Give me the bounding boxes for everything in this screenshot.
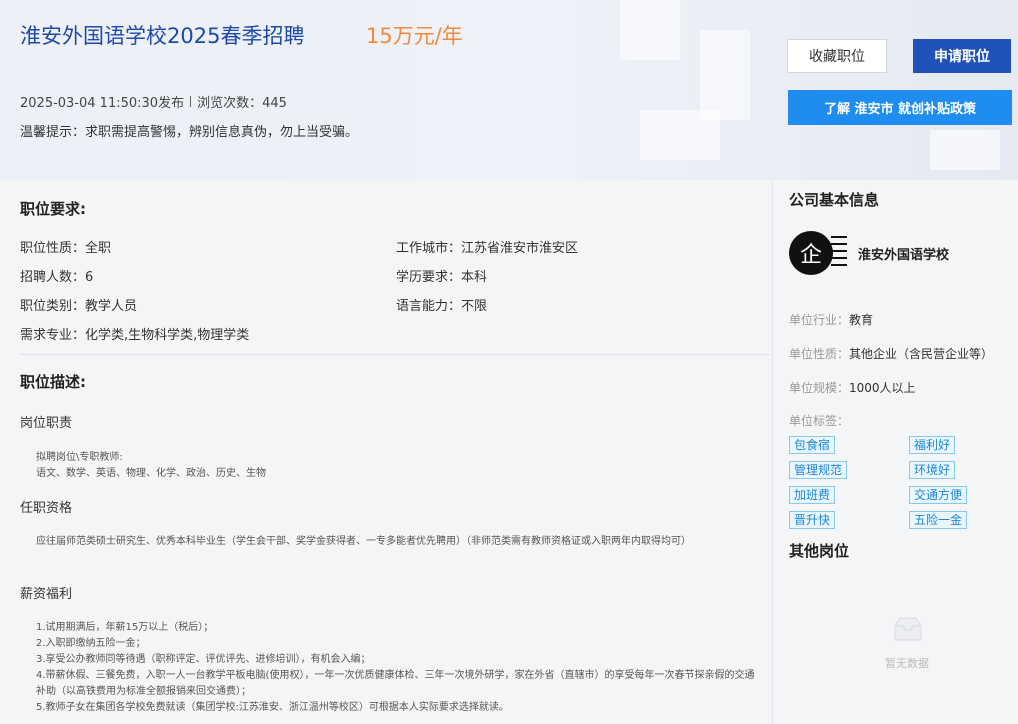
publish-time: 2025-03-04 11:50:30发布 — [20, 96, 185, 111]
requirements-title: 职位要求: — [20, 200, 86, 218]
company-tag: 五险一金 — [909, 511, 968, 529]
duty-line: 语文、数学、英语、物理、化学、政治、历史、生物 — [36, 468, 266, 479]
favorite-button[interactable]: 收藏职位 — [787, 39, 887, 73]
info-label: 单位规模： — [789, 381, 850, 395]
benefit-title: 薪资福利 — [20, 587, 73, 602]
qualification-text: 应往届师范类硕士研究生、优秀本科毕业生（学生会干部、奖学金获得者、一专多能者优先… — [36, 536, 691, 547]
header-decoration — [700, 30, 750, 120]
field-label: 语言能力： — [396, 299, 462, 314]
field-label: 职位性质： — [20, 241, 86, 256]
field-value: 江苏省淮安市淮安区 — [461, 241, 579, 256]
company-tag: 交通方便 — [909, 486, 968, 504]
safety-tip: 温馨提示：求职需提高警惕，辨别信息真伪，勿上当受骗。 — [20, 125, 359, 140]
field-value: 6 — [85, 270, 94, 285]
field-language: 语言能力：不限 — [396, 295, 487, 314]
meta-separator — [190, 96, 192, 107]
description-title: 职位描述: — [20, 373, 86, 391]
field-value: 全职 — [85, 241, 112, 256]
field-label: 需求专业： — [20, 328, 86, 343]
policy-prefix: 了解 — [823, 102, 855, 117]
company-sidebar: 公司基本信息 企 淮安外国语学校 单位行业：教育 单位性质：其他企业（含民营企业… — [772, 180, 1018, 724]
company-industry: 单位行业：教育 — [789, 311, 873, 328]
info-value: 1000人以上 — [849, 381, 916, 395]
job-salary: 15万元/年 — [366, 24, 463, 48]
company-name[interactable]: 淮安外国语学校 — [858, 244, 949, 263]
field-value: 本科 — [461, 270, 488, 285]
info-label: 单位行业： — [789, 313, 850, 327]
field-value: 不限 — [461, 299, 488, 314]
empty-text: 暂无数据 — [885, 657, 929, 670]
section-divider — [20, 354, 771, 355]
field-label: 职位类别： — [20, 299, 86, 314]
job-title: 淮安外国语学校2025春季招聘 — [20, 24, 305, 48]
header-decoration — [620, 0, 680, 60]
job-detail-main: 职位要求: 职位性质：全职 工作城市：江苏省淮安市淮安区 招聘人数：6 学历要求… — [0, 180, 771, 724]
duty-line: 拟聘岗位\专职教师: — [36, 452, 123, 463]
field-value: 化学类,生物科学类,物理学类 — [85, 328, 250, 343]
field-city: 工作城市：江苏省淮安市淮安区 — [396, 237, 578, 256]
info-value: 其他企业（含民营企业等） — [849, 347, 994, 361]
field-category: 职位类别：教学人员 — [20, 295, 137, 314]
view-count: 浏览次数：445 — [197, 96, 287, 111]
field-count: 招聘人数：6 — [20, 266, 93, 285]
company-logo: 企 — [789, 231, 833, 275]
policy-button[interactable]: 了解 淮安市 就创补贴政策 — [788, 90, 1012, 125]
company-nature: 单位性质：其他企业（含民营企业等） — [789, 345, 993, 362]
company-size: 单位规模：1000人以上 — [789, 379, 916, 396]
benefit-item: 5.教师子女在集团各学校免费就读（集团学校:江苏淮安、浙江温州等校区）可根据本人… — [36, 702, 509, 713]
company-tag: 晋升快 — [789, 511, 836, 529]
benefit-item: 2.入职即缴纳五险一金； — [36, 638, 146, 649]
job-meta: 2025-03-04 11:50:30发布 浏览次数：445 — [20, 92, 287, 111]
header-decoration — [640, 110, 720, 160]
company-info-title: 公司基本信息 — [789, 191, 880, 209]
duty-text: 拟聘岗位\专职教师: 语文、数学、英语、物理、化学、政治、历史、生物 — [36, 450, 756, 482]
policy-suffix: 就创补贴政策 — [893, 102, 977, 117]
company-tag: 加班费 — [789, 486, 836, 504]
info-value: 教育 — [849, 313, 874, 327]
field-nature: 职位性质：全职 — [20, 237, 111, 256]
company-tag: 包食宿 — [789, 436, 836, 454]
qualification-title: 任职资格 — [20, 501, 73, 516]
duty-title: 岗位职责 — [20, 416, 73, 431]
company-tag: 福利好 — [909, 436, 956, 454]
company-tag: 环境好 — [909, 461, 956, 479]
info-label: 单位性质： — [789, 347, 850, 361]
field-education: 学历要求：本科 — [396, 266, 487, 285]
company-tags-label: 单位标签： — [789, 414, 850, 428]
benefit-item: 4.带薪休假、三餐免费，入职一人一台教学平板电脑(使用权），一年一次优质健康体检… — [36, 670, 755, 697]
benefit-list: 1.试用期满后，年薪15万以上（税后）； 2.入职即缴纳五险一金； 3.享受公办… — [36, 620, 756, 716]
other-jobs-title: 其他岗位 — [789, 542, 850, 560]
field-major: 需求专业：化学类,生物科学类,物理学类 — [20, 324, 249, 343]
field-label: 学历要求： — [396, 270, 462, 285]
speed-lines-icon — [831, 236, 847, 272]
policy-city: 淮安市 — [854, 102, 894, 117]
field-label: 工作城市： — [396, 241, 462, 256]
header-decoration — [930, 130, 1000, 170]
benefit-item: 1.试用期满后，年薪15万以上（税后）； — [36, 622, 214, 633]
apply-button[interactable]: 申请职位 — [913, 39, 1011, 73]
field-value: 教学人员 — [85, 299, 138, 314]
benefit-item: 3.享受公办教师同等待遇（职称评定、评优评先、进修培训），有机会入编； — [36, 654, 371, 665]
company-tag: 管理规范 — [789, 461, 848, 479]
empty-inbox-icon — [894, 617, 922, 641]
job-header: 淮安外国语学校2025春季招聘 15万元/年 2025-03-04 11:50:… — [0, 0, 1018, 180]
field-label: 招聘人数： — [20, 270, 86, 285]
